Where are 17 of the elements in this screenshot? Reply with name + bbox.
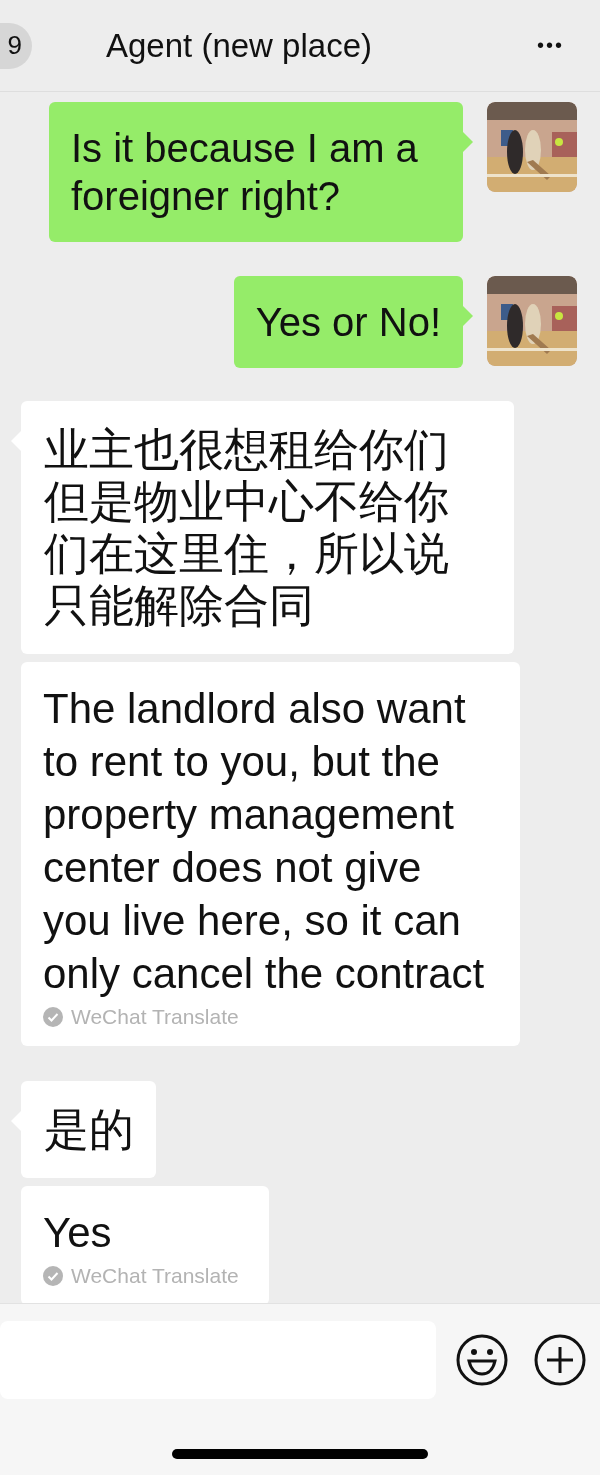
translate-label: WeChat Translate: [71, 1004, 239, 1030]
translate-label: WeChat Translate: [71, 1263, 239, 1289]
emoji-icon[interactable]: [456, 1334, 508, 1386]
translated-text: The landlord also want to rent to you, but the property management center does not give you live here, so it can only cancel the contract: [43, 684, 486, 999]
bubble-tail: [463, 132, 473, 152]
check-icon: [43, 1266, 63, 1286]
message-bubble: Is it because I am a foreigner right?: [49, 102, 463, 242]
more-button[interactable]: •••: [537, 34, 564, 57]
back-badge[interactable]: 9: [0, 22, 32, 69]
translated-text: Yes: [43, 1208, 113, 1258]
add-icon[interactable]: [534, 1334, 586, 1386]
check-icon: [43, 1007, 63, 1027]
message-bubble: Yes or No!: [233, 276, 463, 368]
message-bubble: 业主也很想租给你们但是物业中心不给你们在这里住，所以说只能解除合同: [21, 401, 514, 654]
chat-title: Agent (new place): [106, 26, 372, 65]
bubble-tail: [463, 306, 473, 326]
message-bubble: 是的: [21, 1081, 156, 1178]
